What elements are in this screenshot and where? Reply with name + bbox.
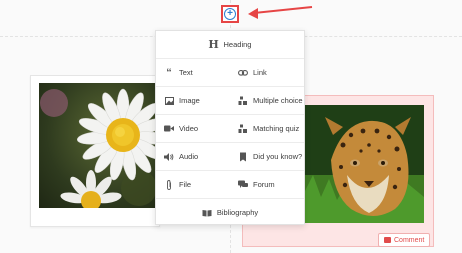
menu-row: Audio Did you know? <box>156 143 304 171</box>
leopard-image <box>303 105 424 223</box>
menu-item-matching-quiz-label: Matching quiz <box>253 124 300 133</box>
menu-item-heading-label: Heading <box>223 40 252 49</box>
matching-quiz-icon <box>238 124 248 134</box>
menu-item-image[interactable]: Image <box>164 87 230 114</box>
menu-item-audio[interactable]: Audio <box>164 143 230 170</box>
menu-item-did-you-know[interactable]: Did you know? <box>238 143 302 170</box>
audio-icon <box>164 152 174 162</box>
menu-row: Image Multiple choice <box>156 87 304 115</box>
comment-button[interactable]: Comment <box>378 233 431 247</box>
menu-item-image-label: Image <box>179 96 200 105</box>
menu-item-forum-label: Forum <box>253 180 275 189</box>
menu-row: File Forum <box>156 171 304 199</box>
multiple-choice-icon <box>238 96 248 106</box>
menu-item-video-label: Video <box>179 124 199 133</box>
menu-item-heading[interactable]: H Heading <box>156 31 304 58</box>
menu-row-bibliography: Bibliography <box>156 199 304 227</box>
menu-item-audio-label: Audio <box>179 152 199 161</box>
menu-row: Video Matching quiz <box>156 115 304 143</box>
comment-label: Comment <box>394 236 425 244</box>
menu-item-file-label: File <box>179 180 192 189</box>
menu-item-file[interactable]: File <box>164 171 230 198</box>
menu-row: “ Text Link <box>156 59 304 87</box>
heading-icon: H <box>208 38 219 51</box>
add-content-button[interactable]: + <box>221 5 239 23</box>
menu-item-link-label: Link <box>253 68 267 77</box>
menu-item-matching-quiz[interactable]: Matching quiz <box>238 115 302 142</box>
book-icon <box>202 208 212 218</box>
menu-item-multiple-choice-label: Multiple choice <box>253 96 303 105</box>
plus-circle-icon: + <box>224 8 236 20</box>
add-content-menu: H Heading “ Text Link Image Multiple cho… <box>155 30 305 225</box>
paperclip-icon <box>164 179 174 190</box>
menu-item-link[interactable]: Link <box>238 59 302 86</box>
quote-icon: “ <box>166 66 172 79</box>
video-icon <box>164 124 174 134</box>
link-icon <box>238 68 248 78</box>
menu-row-heading: H Heading <box>156 31 304 59</box>
image-icon <box>164 96 174 106</box>
menu-item-did-you-know-label: Did you know? <box>253 152 303 161</box>
menu-item-forum[interactable]: Forum <box>238 171 302 198</box>
comment-icon <box>384 237 391 243</box>
menu-item-multiple-choice[interactable]: Multiple choice <box>238 87 303 114</box>
daisy-image <box>39 83 157 208</box>
did-you-know-icon <box>238 152 248 162</box>
menu-item-video[interactable]: Video <box>164 115 230 142</box>
callout-arrow <box>248 6 313 19</box>
menu-item-text-label: Text <box>179 68 193 77</box>
menu-item-text[interactable]: “ Text <box>164 59 230 86</box>
menu-item-bibliography[interactable]: Bibliography <box>156 199 304 226</box>
forum-icon <box>238 180 248 190</box>
image-card-daisy[interactable] <box>30 75 160 227</box>
menu-item-bibliography-label: Bibliography <box>216 208 259 217</box>
